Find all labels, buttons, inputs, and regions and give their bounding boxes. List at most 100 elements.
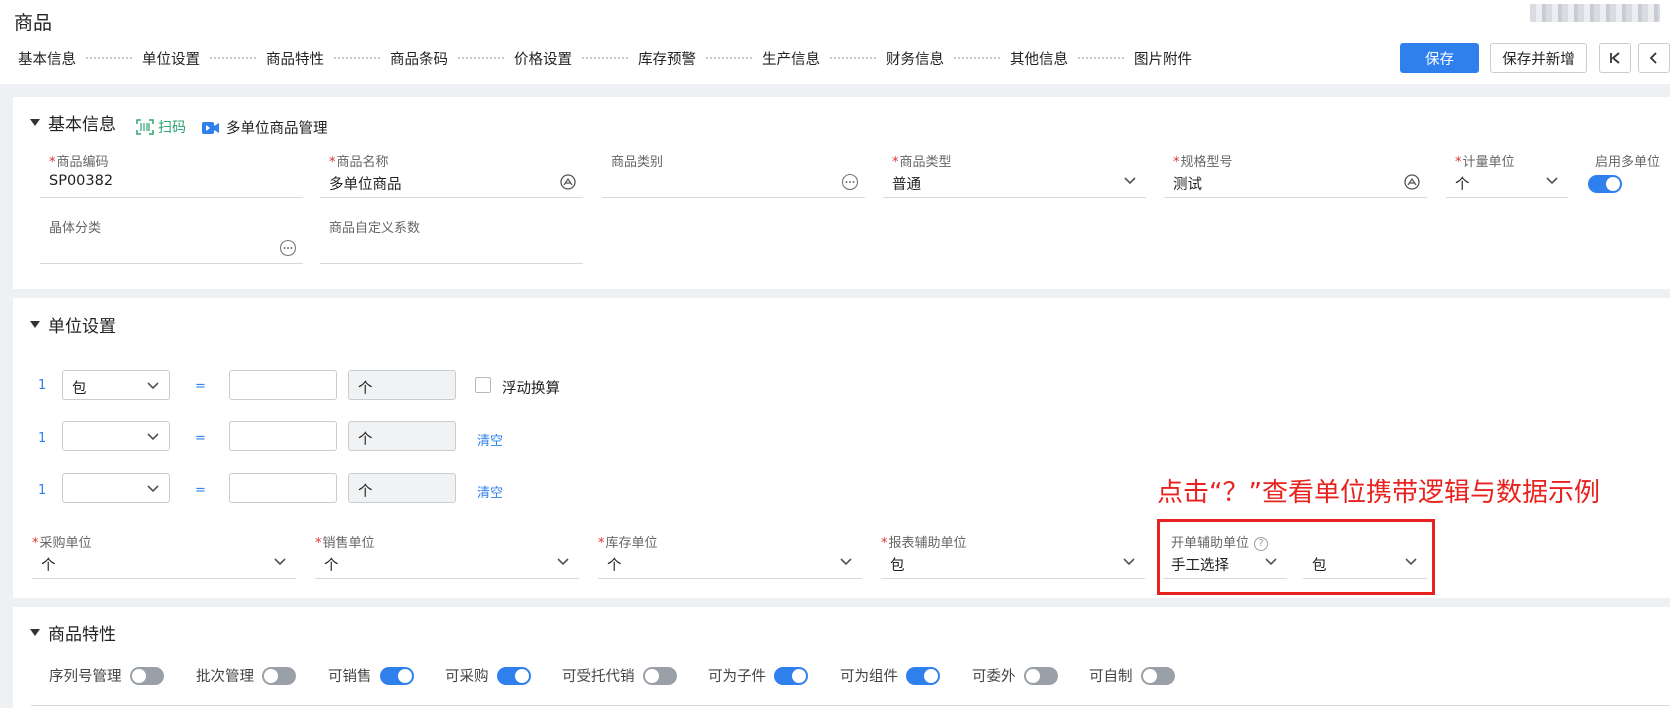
feature-batch: 批次管理: [196, 665, 296, 686]
product-code-value: SP00382: [49, 173, 114, 189]
field-label: 规格型号: [1180, 155, 1233, 170]
basic-info-section-toggle[interactable]: 基本信息: [30, 110, 116, 135]
nav-basic-info[interactable]: 基本信息: [18, 48, 76, 69]
save-button[interactable]: 保存: [1400, 43, 1479, 73]
crystal-category-field[interactable]: 晶体分类: [40, 217, 303, 265]
open-aux-unit-select[interactable]: 包: [1303, 532, 1427, 580]
field-label: 采购单位: [39, 536, 92, 551]
aux-unit-select[interactable]: 包: [62, 370, 170, 400]
nav-product-features[interactable]: 商品特性: [266, 48, 324, 69]
report-aux-unit-select[interactable]: *报表辅助单位 包: [881, 532, 1145, 580]
unit-settings-section-toggle[interactable]: 单位设置: [30, 312, 116, 337]
product-type-select[interactable]: *商品类型 普通: [883, 151, 1146, 199]
nav-other-info[interactable]: 其他信息: [1010, 48, 1068, 69]
nav-stock-warning[interactable]: 库存预警: [638, 48, 696, 69]
scan-icon: [136, 119, 154, 135]
subpart-toggle[interactable]: [774, 666, 808, 685]
base-unit-display: 个: [348, 370, 456, 400]
scan-link[interactable]: 扫码: [136, 117, 186, 137]
nav-production-info[interactable]: 生产信息: [762, 48, 820, 69]
clear-row-link[interactable]: 清空: [477, 430, 503, 449]
product-name-value: 多单位商品: [329, 177, 402, 193]
field-label: 商品类型: [899, 155, 952, 170]
serial-number-toggle[interactable]: [129, 666, 164, 685]
measure-unit-select[interactable]: *计量单位 个: [1446, 151, 1568, 199]
conversion-qty-input[interactable]: [229, 473, 337, 503]
multi-unit-toggle-field: 启用多单位: [1586, 151, 1670, 199]
nav-price-settings[interactable]: 价格设置: [514, 48, 572, 69]
chevron-left-icon: [1649, 52, 1657, 64]
section-title: 基本信息: [48, 115, 116, 135]
product-type-value: 普通: [892, 177, 921, 193]
purchasable-toggle[interactable]: [496, 666, 531, 685]
product-features-section-toggle[interactable]: 商品特性: [30, 620, 116, 645]
field-label: 商品名称: [336, 155, 389, 170]
chevron-down-icon: [274, 558, 286, 566]
nav-separator: [954, 57, 1000, 59]
measure-unit-value: 个: [1455, 177, 1470, 193]
sales-unit-select[interactable]: *销售单位 个: [315, 532, 579, 580]
video-icon: [202, 121, 219, 134]
section-nav: 基本信息 单位设置 商品特性 商品条码 价格设置 库存预警 生产信息 财务信息 …: [18, 48, 1192, 68]
user-info-blurred: [1530, 4, 1660, 22]
spec-model-value: 测试: [1173, 177, 1202, 193]
nav-separator: [706, 57, 752, 59]
chevron-down-icon: [1546, 177, 1558, 185]
feature-self-made: 可自制: [1089, 665, 1175, 686]
chevron-down-icon: [1124, 177, 1136, 185]
feature-subpart: 可为子件: [708, 665, 808, 686]
chevron-down-icon: [840, 558, 852, 566]
first-record-button[interactable]: [1599, 43, 1631, 73]
spec-model-field[interactable]: *规格型号 测试: [1164, 151, 1427, 199]
batch-toggle[interactable]: [262, 666, 296, 685]
feature-purchasable: 可采购: [445, 665, 531, 686]
field-label: 商品自定义系数: [329, 221, 421, 236]
nav-separator: [582, 57, 628, 59]
stock-unit-select[interactable]: *库存单位 个: [598, 532, 862, 580]
field-label: 启用多单位: [1595, 155, 1661, 170]
conversion-qty-input[interactable]: [229, 370, 337, 400]
nav-finance-info[interactable]: 财务信息: [886, 48, 944, 69]
conversion-qty-input[interactable]: [229, 421, 337, 451]
aux-unit-select[interactable]: [62, 421, 170, 451]
product-name-field[interactable]: *商品名称 多单位商品: [320, 151, 583, 199]
consignment-toggle[interactable]: [642, 666, 677, 685]
product-features-card: [13, 607, 1670, 708]
nav-barcode[interactable]: 商品条码: [390, 48, 448, 69]
nav-attachments[interactable]: 图片附件: [1134, 48, 1192, 69]
save-and-new-button[interactable]: 保存并新增: [1490, 43, 1587, 73]
scan-label: 扫码: [158, 120, 186, 136]
nav-unit-settings[interactable]: 单位设置: [142, 48, 200, 69]
product-code-field[interactable]: *商品编码 SP00382: [40, 151, 303, 199]
purchase-unit-select[interactable]: *采购单位 个: [32, 532, 296, 580]
float-conversion-label: 浮动换算: [502, 381, 560, 397]
sellable-toggle[interactable]: [379, 666, 414, 685]
field-label: 销售单位: [322, 536, 375, 551]
chevron-down-icon: [147, 382, 159, 390]
nav-separator: [86, 57, 132, 59]
clear-row-link[interactable]: 清空: [477, 482, 503, 501]
help-icon[interactable]: ?: [1254, 537, 1269, 551]
multi-unit-toggle[interactable]: [1588, 175, 1622, 193]
more-icon[interactable]: [279, 239, 297, 257]
chevron-down-icon: [557, 558, 569, 566]
first-page-icon: [1610, 52, 1620, 64]
feature-consignment: 可受托代销: [562, 665, 677, 686]
translate-icon[interactable]: [1403, 173, 1421, 191]
component-toggle[interactable]: [906, 666, 940, 685]
open-aux-unit-value: 包: [1312, 558, 1327, 574]
feature-serial-number: 序列号管理: [49, 665, 164, 686]
caret-down-icon: [30, 321, 40, 328]
open-aux-mode-select[interactable]: 开单辅助单位? 手工选择: [1163, 532, 1287, 580]
more-icon[interactable]: [841, 173, 859, 191]
float-conversion-checkbox[interactable]: [475, 377, 491, 393]
unit-row-num: 1: [38, 483, 47, 498]
outsource-toggle[interactable]: [1023, 666, 1058, 685]
translate-icon[interactable]: [559, 173, 577, 191]
aux-unit-select[interactable]: [62, 473, 170, 503]
self-made-toggle[interactable]: [1140, 666, 1175, 685]
product-category-field[interactable]: 商品类别: [602, 151, 865, 199]
multi-unit-manage-link[interactable]: 多单位商品管理: [202, 117, 328, 138]
custom-coef-field[interactable]: 商品自定义系数: [320, 217, 583, 265]
prev-record-button[interactable]: [1638, 43, 1670, 73]
